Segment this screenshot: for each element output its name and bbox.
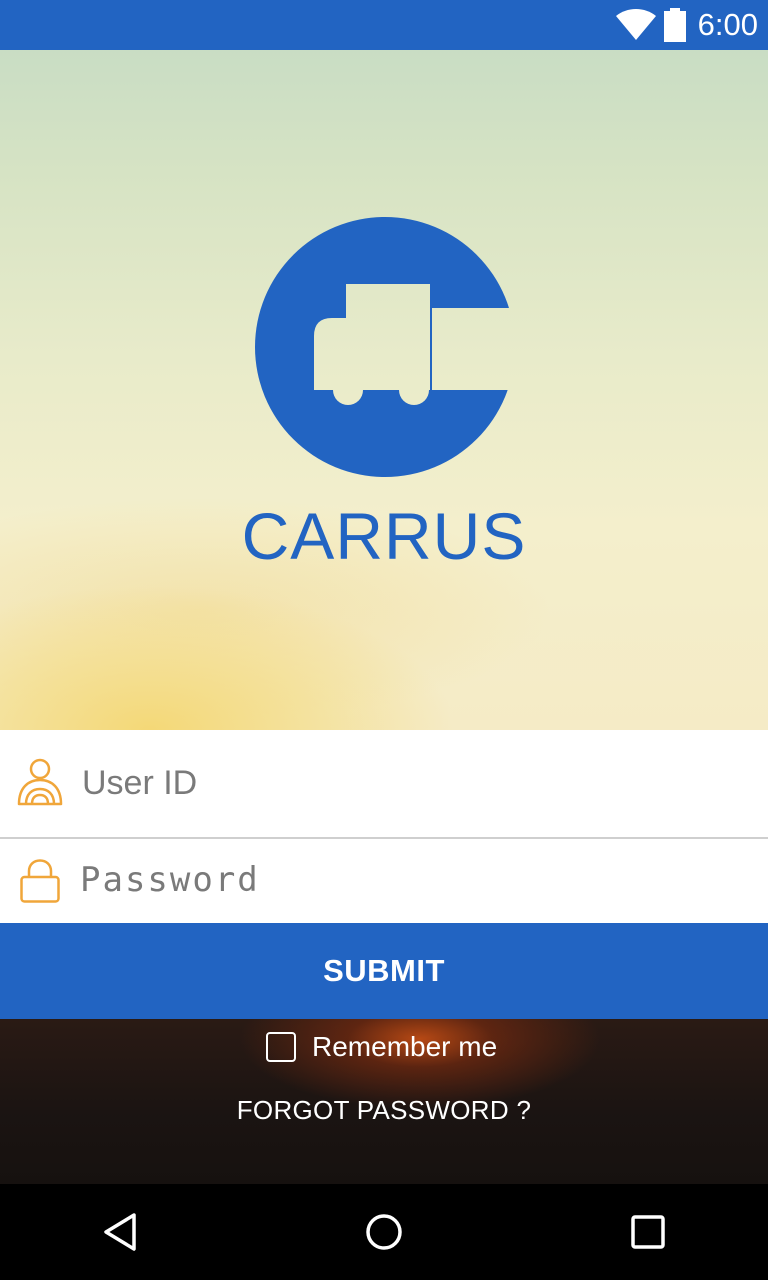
driver-user-icon (17, 758, 63, 806)
status-icons: 6:00 (615, 0, 758, 50)
user-id-input[interactable] (82, 760, 722, 806)
bottom-options: Remember me FORGOT PASSWORD ? (0, 1019, 768, 1184)
status-time: 6:00 (697, 7, 758, 42)
hero-banner: CARRUS (0, 50, 768, 730)
brand-name: CARRUS (241, 499, 527, 573)
recents-icon (631, 1215, 665, 1249)
back-icon (104, 1213, 136, 1251)
password-field-row (0, 839, 768, 923)
nav-back-button[interactable] (70, 1184, 170, 1280)
nav-home-button[interactable] (334, 1184, 434, 1280)
submit-button[interactable]: SUBMIT (0, 923, 768, 1019)
status-bar: 6:00 (0, 0, 768, 50)
login-form (0, 730, 768, 923)
nav-recents-button[interactable] (598, 1184, 698, 1280)
nav-bar (0, 1184, 768, 1280)
wifi-icon (615, 9, 656, 40)
remember-me-row[interactable]: Remember me (266, 1029, 497, 1065)
home-icon (366, 1214, 402, 1250)
password-input[interactable] (80, 857, 720, 903)
truck-logo-icon (255, 217, 515, 477)
battery-icon (663, 8, 686, 42)
user-id-field-row (0, 730, 768, 839)
remember-me-checkbox[interactable] (266, 1032, 296, 1062)
login-screen: 6:00 CARRUS User ID Password SUBMIT Reme… (0, 0, 768, 1280)
forgot-password-link[interactable]: FORGOT PASSWORD ? (0, 1095, 768, 1126)
remember-me-label[interactable]: Remember me (312, 1031, 497, 1063)
lock-icon (20, 859, 60, 903)
